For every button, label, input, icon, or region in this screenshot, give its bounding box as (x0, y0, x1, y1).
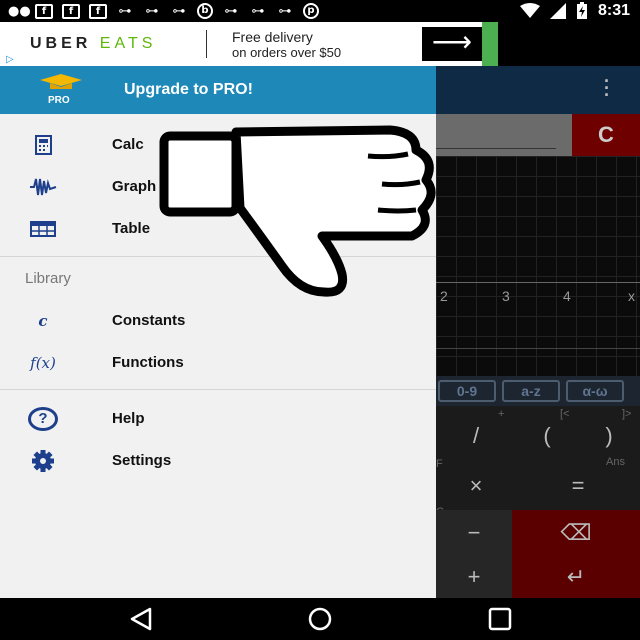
background-app: · · · C 2 3 4 x 0-9 a-z α-ω + [< ]> / ( ) … (436, 66, 640, 598)
open-paren-key[interactable]: ( (516, 416, 578, 456)
facebook-icon: f (35, 3, 53, 19)
graph-gridline (436, 348, 640, 349)
drawer-item-graph[interactable]: Graph (0, 166, 436, 208)
help-icon: ? (28, 407, 58, 431)
recents-square-icon[interactable] (487, 607, 513, 631)
ad-banner[interactable]: UBER EATS Free delivery on orders over $… (0, 22, 498, 66)
drawer-item-label: Functions (112, 354, 184, 371)
signal-icon (549, 3, 566, 19)
graph-tick: 4 (563, 288, 571, 304)
pinterest-icon: p (303, 3, 319, 19)
drawer-item-table[interactable]: Table (0, 208, 436, 250)
home-circle-icon[interactable] (307, 607, 333, 631)
drawer-item-label: Constants (112, 312, 186, 329)
graph-tick: 2 (440, 288, 448, 304)
game-icon: ⊶ (172, 3, 186, 19)
drawer-item-constants[interactable]: c Constants (0, 300, 436, 342)
status-bar: ●● f f f ⊶ ⊶ ⊶ b ⊶ ⊶ ⊶ p 8:31 (0, 0, 640, 22)
drawer-item-calc[interactable]: Calc (0, 124, 436, 166)
enter-icon: ↵ (566, 564, 586, 589)
graph-area[interactable]: 2 3 4 x (436, 156, 640, 376)
ad-subline: on orders over $50 (232, 45, 342, 60)
drawer-divider (0, 389, 436, 390)
back-triangle-icon[interactable] (128, 607, 154, 631)
podcast-icon: b (197, 3, 213, 19)
drawer-item-label: Help (112, 410, 145, 427)
keyboard-mode-tabs: 0-9 a-z α-ω (436, 376, 640, 406)
ad-cta-button[interactable]: ⟶ (422, 27, 482, 61)
enter-key[interactable]: ↵ (512, 556, 640, 598)
notification-icons: ●● f f f ⊶ ⊶ ⊶ b ⊶ ⊶ ⊶ p (8, 3, 319, 19)
game-icon: ⊶ (145, 3, 159, 19)
clock: 8:31 (597, 2, 630, 19)
ad-brand-eats: EATS (99, 35, 157, 52)
drawer-item-label: Settings (112, 452, 172, 469)
table-icon (30, 221, 56, 237)
tab-letters[interactable]: a-z (502, 380, 560, 402)
drawer-item-label: Table (112, 220, 151, 237)
keypad: + [< ]> / ( ) F Ans × = C − ⌫ + ↵ (436, 406, 640, 598)
drawer-item-label: Graph (112, 178, 157, 195)
navigation-drawer: PRO Upgrade to PRO! Calc Graph Table Lib… (0, 66, 436, 598)
backspace-key[interactable]: ⌫ (512, 510, 640, 556)
constant-c-icon: c (38, 312, 48, 330)
calculator-icon (35, 135, 52, 155)
upgrade-pro-header[interactable]: PRO Upgrade to PRO! (0, 66, 436, 114)
minus-key[interactable]: − (436, 510, 512, 556)
divide-key[interactable]: / (436, 416, 516, 456)
ad-accent-bar (482, 22, 498, 66)
game-icon: ⊶ (251, 3, 265, 19)
overflow-menu-icon[interactable]: · · · (604, 72, 610, 104)
graph-tick: x (628, 288, 635, 304)
app-toolbar: · · · (436, 66, 640, 114)
game-icon: ⊶ (278, 3, 292, 19)
arrow-right-icon: ⟶ (431, 26, 473, 57)
ad-divider (206, 30, 207, 58)
facebook-icon: f (62, 3, 80, 19)
ad-brand-uber: UBER (30, 35, 92, 52)
wifi-icon (519, 3, 540, 18)
close-paren-key[interactable]: ) (578, 416, 640, 456)
system-status: 8:31 (519, 2, 630, 20)
drawer-item-settings[interactable]: Settings (0, 440, 436, 482)
tab-greek[interactable]: α-ω (566, 380, 624, 402)
message-icon: ●● (8, 3, 31, 19)
game-icon: ⊶ (118, 3, 132, 19)
facebook-icon: f (89, 3, 107, 19)
tab-numbers[interactable]: 0-9 (438, 380, 496, 402)
gear-icon (32, 450, 54, 472)
graph-tick: 3 (502, 288, 510, 304)
input-underline (436, 148, 556, 149)
expression-input[interactable] (436, 114, 572, 156)
pro-logo: PRO (38, 74, 88, 108)
game-icon: ⊶ (224, 3, 238, 19)
graduation-cap-icon (40, 74, 82, 89)
ad-headline: Free delivery (232, 29, 313, 45)
multiply-key[interactable]: × (436, 464, 516, 508)
battery-charging-icon (576, 2, 587, 19)
upgrade-label: Upgrade to PRO! (124, 81, 253, 98)
library-section-label: Library (25, 270, 71, 287)
graph-axis (436, 282, 640, 283)
ad-choices-icon[interactable]: ▷ (6, 54, 18, 65)
ad-brand-logo: UBER EATS (30, 35, 156, 53)
clear-button[interactable]: C (572, 114, 640, 156)
backspace-icon: ⌫ (560, 520, 592, 545)
plus-key[interactable]: + (436, 556, 512, 598)
drawer-item-help[interactable]: ? Help (0, 398, 436, 440)
drawer-item-label: Calc (112, 136, 144, 153)
function-fx-icon: f(x) (30, 354, 56, 372)
system-nav-bar (0, 598, 640, 640)
pro-logo-text: PRO (48, 95, 70, 106)
drawer-item-functions[interactable]: f(x) Functions (0, 342, 436, 384)
drawer-divider (0, 256, 436, 257)
equals-key[interactable]: = (516, 464, 640, 508)
graph-icon (30, 178, 57, 196)
